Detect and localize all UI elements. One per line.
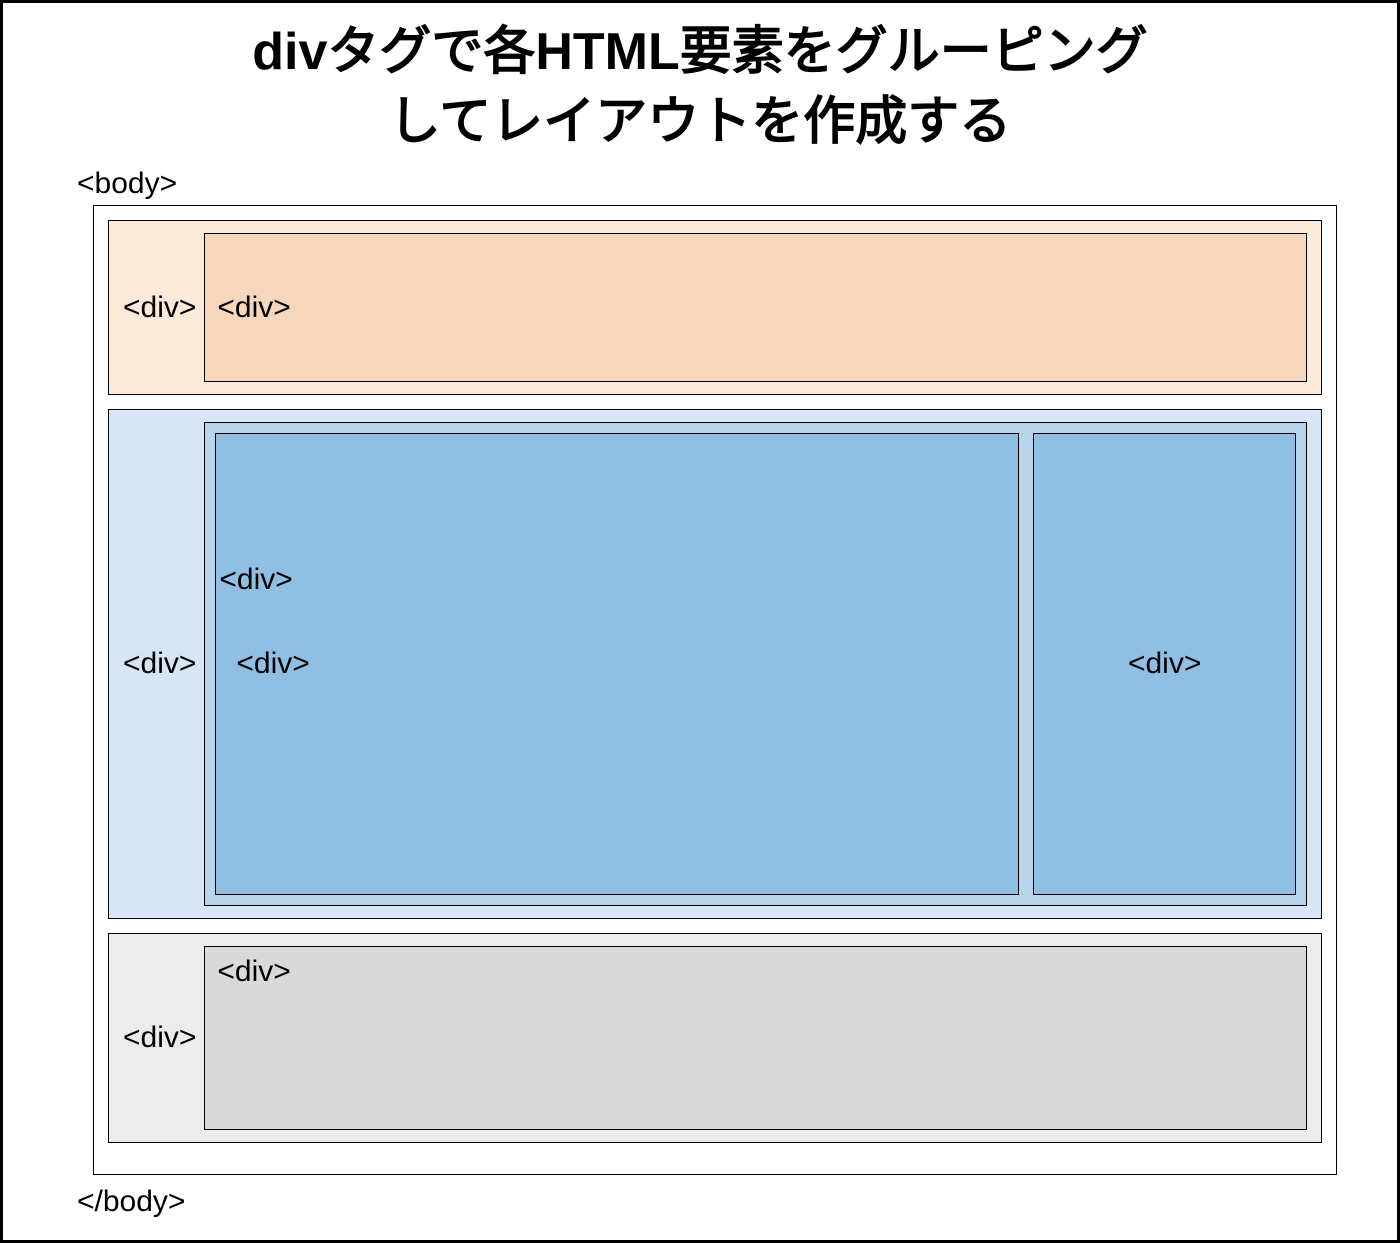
diagram-title: divタグで各HTML要素をグルーピング してレイアウトを作成する — [43, 17, 1357, 157]
sidebar-label: <div> — [1128, 647, 1201, 681]
header-inner-box: <div> — [204, 233, 1307, 382]
header-outer-label: <div> — [123, 291, 196, 325]
main-section: <div> <div> <div> <div> — [108, 409, 1322, 919]
footer-inner-label: <div> — [217, 955, 290, 989]
content-box: <div> — [215, 433, 1019, 895]
footer-outer-label: <div> — [123, 1021, 196, 1055]
title-line-2: してレイアウトを作成する — [389, 93, 1011, 151]
footer-inner-box: <div> — [204, 946, 1307, 1130]
content-label: <div> — [236, 647, 309, 681]
main-outer-label: <div> — [123, 647, 196, 681]
main-row: <div> <div> — [215, 433, 1296, 895]
header-section: <div> <div> — [108, 220, 1322, 395]
body-container: <div> <div> <div> <div> <div> <div> — [93, 205, 1337, 1175]
main-inner-box: <div> <div> <div> — [204, 422, 1307, 906]
body-open-tag: <body> — [77, 167, 1397, 201]
title-line-1: divタグで各HTML要素をグルーピング — [252, 23, 1148, 81]
body-close-tag: </body> — [77, 1185, 1397, 1219]
sidebar-box: <div> — [1033, 433, 1296, 895]
diagram-frame: divタグで各HTML要素をグルーピング してレイアウトを作成する <body>… — [0, 0, 1400, 1243]
main-wrapper-label: <div> — [219, 563, 292, 597]
header-inner-label: <div> — [217, 291, 290, 325]
footer-section: <div> <div> — [108, 933, 1322, 1143]
